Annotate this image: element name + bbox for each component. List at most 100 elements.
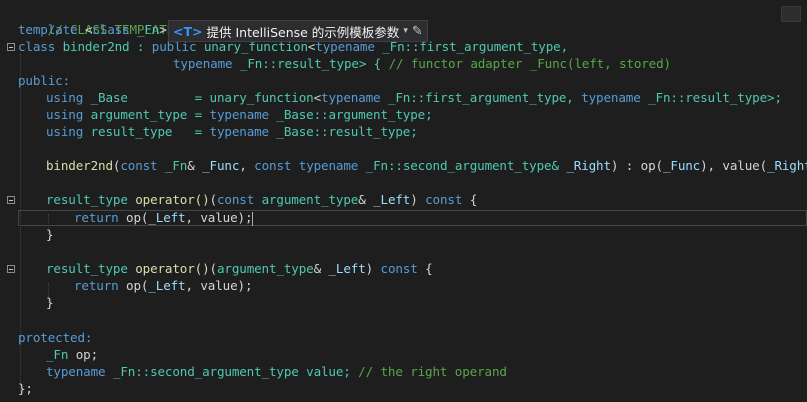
type-name: result_type [83, 124, 173, 139]
chevron-down-icon[interactable]: ▾ [403, 26, 408, 36]
type-name: _Fn [640, 90, 671, 105]
member-call: op( [118, 210, 149, 225]
parameter: _Func [662, 158, 701, 173]
text-caret [252, 211, 254, 226]
editor-corner-button[interactable] [781, 6, 801, 22]
keyword: template [18, 22, 78, 37]
keyword: const [120, 158, 158, 173]
code-line: template <class _Fn> [18, 21, 167, 38]
keyword: class [92, 22, 130, 37]
keyword: const [380, 261, 418, 276]
code-line: typename _Fn::second_argument_type value… [46, 363, 507, 380]
code-line: public: [18, 72, 70, 89]
punctuation: > [159, 22, 167, 37]
keyword: typename [581, 90, 641, 105]
keyword: using [46, 107, 84, 122]
comment: // functor adapter _Func(left, stored) [388, 56, 672, 71]
keyword: class [18, 39, 56, 54]
type-name: ::result_type>; [670, 90, 782, 105]
keyword: using [46, 124, 84, 139]
type-name: result_type [46, 192, 128, 207]
keyword: const [254, 158, 292, 173]
keyword: typename [209, 107, 270, 122]
keyword: return [74, 278, 119, 293]
fold-toggle-icon[interactable] [7, 196, 15, 204]
type-name: _Fn [46, 347, 69, 362]
function-name: binder2nd [46, 158, 113, 173]
fold-toggle-icon[interactable] [7, 265, 15, 273]
code-line: using result_type = typename _Base::resu… [46, 123, 418, 140]
operator: = [187, 107, 210, 122]
punctuation: < [77, 22, 93, 37]
member-call: op( [118, 278, 149, 293]
parameter: _Left [148, 278, 186, 293]
code-line: using argument_type = typename _Base::ar… [46, 106, 433, 123]
comment: // the right operand [358, 364, 507, 379]
type-name: ::first_argument_type, [410, 90, 582, 105]
type-name: ::second_argument_type& [387, 158, 567, 173]
code-line: _Fn op; [46, 346, 98, 363]
type-name: _Base [269, 124, 314, 139]
keyword: protected: [18, 330, 93, 345]
type-name: result_type [46, 261, 128, 276]
parameter: _Func [202, 158, 240, 173]
punctuation: < [313, 90, 322, 105]
type-name: unary_function [209, 90, 314, 105]
keyword: const [425, 192, 463, 207]
punctuation: } [46, 227, 54, 242]
keyword: typename [321, 90, 381, 105]
punctuation: { [462, 192, 478, 207]
code-line: result_type operator()(const argument_ty… [46, 191, 477, 208]
punctuation: } [46, 295, 54, 310]
keyword: return [74, 210, 119, 225]
code-editor[interactable]: // CLASS TEMPLATE binder2nd template <cl… [0, 0, 807, 402]
code-line: binder2nd(const _Fn& _Func, const typena… [46, 157, 807, 174]
code-line: return op(_Left, value); [74, 277, 253, 294]
code-line: }; [18, 380, 33, 397]
type-name: argument_type [216, 261, 314, 276]
class-name: binder2nd : [55, 39, 152, 54]
keyword: const [216, 192, 255, 207]
punctuation: ) : op( [610, 158, 663, 173]
parameter: _Left [328, 261, 366, 276]
type-name: ::second_argument_type value; [135, 364, 359, 379]
type-name: ::argument_type; [313, 107, 433, 122]
operator: = [172, 124, 210, 139]
keyword: typename [291, 158, 359, 173]
keyword: using [46, 90, 84, 105]
code-line: return op(_Left, value); [74, 209, 254, 226]
punctuation: , value); [185, 210, 253, 225]
punctuation: , value); [185, 278, 253, 293]
type-name: ::result_type; [313, 124, 418, 139]
code-line: } [46, 226, 54, 243]
code-line: typename _Fn::result_type> { // functor … [173, 55, 671, 72]
code-line: } [46, 294, 54, 311]
code-line: result_type operator()(argument_type& _L… [46, 260, 433, 277]
punctuation: }; [18, 381, 33, 396]
edit-pencil-icon[interactable]: ✎ [412, 24, 423, 39]
keyword: typename [46, 364, 106, 379]
parameter: _Left [148, 210, 186, 225]
punctuation: & [313, 261, 329, 276]
intellisense-template-hint[interactable]: <T> 提供 IntelliSense 的示例模板参数 ▾ ✎ [168, 20, 428, 42]
type-name: _Fn [232, 56, 263, 71]
type-name: argument_type [83, 107, 188, 122]
parameter: _Right [767, 158, 807, 173]
function-name: operator() [135, 192, 210, 207]
keyword: public: [18, 73, 71, 88]
function-name: operator() [135, 261, 210, 276]
punctuation: , [239, 158, 255, 173]
parameter: _Right [566, 158, 611, 173]
type-name: _Base = [83, 90, 210, 105]
type-name: _Base [269, 107, 314, 122]
template-param: _Fn [129, 22, 160, 37]
type-name: argument_type [254, 192, 359, 207]
hint-text: 提供 IntelliSense 的示例模板参数 [206, 24, 400, 40]
type-name: _Fn [380, 90, 411, 105]
template-tag-icon: <T> [173, 23, 203, 39]
punctuation: ( [209, 192, 218, 207]
punctuation: ) [365, 261, 381, 276]
fold-toggle-icon[interactable] [7, 43, 15, 51]
type-name: _Fn [157, 158, 188, 173]
type-name: ::first_argument_type, [404, 39, 569, 54]
